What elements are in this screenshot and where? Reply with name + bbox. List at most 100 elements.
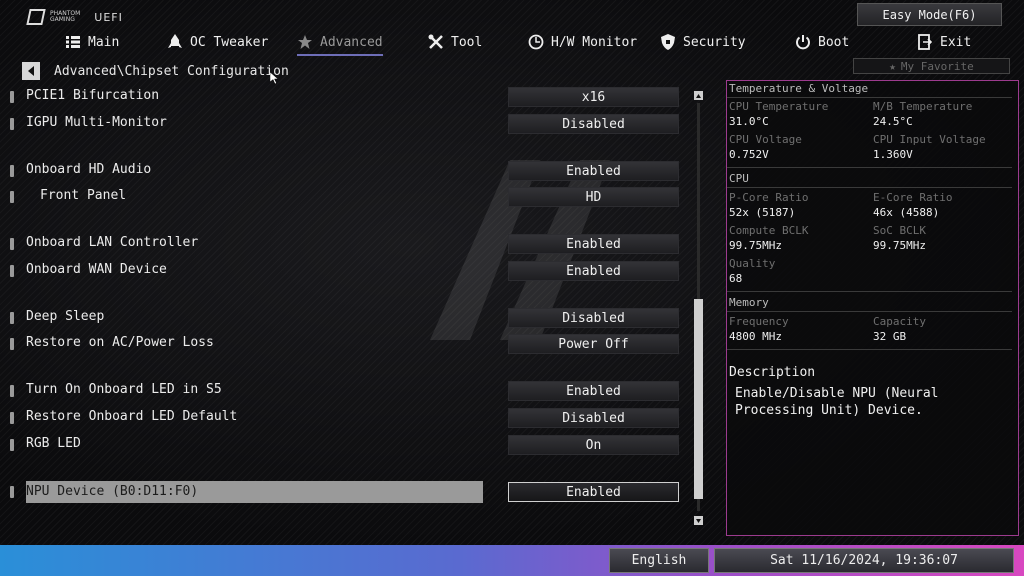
- row-bullet: [10, 165, 14, 177]
- tab-hw-monitor[interactable]: H/W Monitor: [528, 30, 637, 54]
- quality-label: Quality: [729, 257, 776, 270]
- divider: [727, 311, 1012, 312]
- description-text: Enable/Disable NPU (Neural Processing Un…: [735, 386, 939, 418]
- setting-row-selected[interactable]: NPU Device (B0:D11:F0) Enabled: [10, 481, 690, 503]
- pcore-ratio-value: 52x (5187): [729, 206, 796, 219]
- my-favorite-button[interactable]: ★ My Favorite: [853, 58, 1010, 74]
- setting-value[interactable]: Power Off: [508, 334, 679, 354]
- tools-icon: [428, 34, 444, 50]
- tab-tool[interactable]: Tool: [428, 30, 482, 54]
- setting-label: Onboard HD Audio: [26, 162, 152, 177]
- tab-security-label: Security: [683, 34, 746, 50]
- list-icon: [65, 34, 81, 50]
- setting-value[interactable]: Enabled: [508, 261, 679, 281]
- setting-row[interactable]: Turn On Onboard LED in S5 Enabled: [10, 381, 690, 401]
- info-panel: Temperature & Voltage CPU Temperature M/…: [726, 80, 1019, 536]
- quality-value: 68: [729, 272, 743, 285]
- row-bullet: [10, 238, 14, 250]
- setting-row[interactable]: Onboard HD Audio Enabled: [10, 161, 690, 181]
- setting-value[interactable]: Disabled: [508, 408, 679, 428]
- monitor-gauge-icon: [528, 34, 544, 50]
- setting-label: RGB LED: [26, 436, 81, 451]
- setting-value[interactable]: Enabled: [508, 482, 679, 502]
- asrock-logo: PHANTOM GAMING UEFI: [26, 9, 123, 25]
- row-bullet: [10, 486, 14, 498]
- cpu-voltage-value: 0.752V: [729, 148, 769, 161]
- setting-value[interactable]: Enabled: [508, 161, 679, 181]
- cpu-temp-value: 31.0°C: [729, 115, 769, 128]
- tab-tool-label: Tool: [451, 34, 483, 50]
- setting-row[interactable]: Deep Sleep Disabled: [10, 308, 690, 328]
- tab-advanced[interactable]: Advanced: [297, 30, 383, 56]
- frequency-value: 4800 MHz: [729, 330, 782, 343]
- mb-temp-label: M/B Temperature: [873, 100, 973, 113]
- power-icon: [795, 34, 811, 50]
- scroll-thumb[interactable]: [694, 299, 703, 499]
- row-bullet: [10, 312, 14, 324]
- compute-bclk-value: 99.75MHz: [729, 239, 782, 252]
- setting-row[interactable]: PCIE1 Bifurcation x16: [10, 87, 690, 107]
- breadcrumb-path: Advanced\Chipset Configuration: [54, 63, 289, 79]
- setting-row[interactable]: RGB LED On: [10, 435, 690, 455]
- scroll-down-button[interactable]: [694, 516, 703, 525]
- tab-advanced-label: Advanced: [320, 34, 383, 50]
- setting-label: Restore Onboard LED Default: [26, 409, 238, 424]
- my-favorite-label: My Favorite: [900, 59, 974, 73]
- star-icon: [297, 34, 313, 50]
- tab-oc-tweaker-label: OC Tweaker: [190, 34, 269, 50]
- setting-value[interactable]: Disabled: [508, 308, 679, 328]
- rocket-icon: [167, 34, 183, 50]
- tab-main[interactable]: Main: [65, 30, 119, 54]
- setting-label: PCIE1 Bifurcation: [26, 88, 160, 103]
- setting-value[interactable]: Enabled: [508, 381, 679, 401]
- arrow-down-icon: [696, 518, 701, 523]
- datetime-display[interactable]: Sat 11/16/2024, 19:36:07: [714, 548, 1014, 573]
- setting-row[interactable]: IGPU Multi-Monitor Disabled: [10, 114, 690, 134]
- setting-label: Front Panel: [40, 188, 127, 203]
- frequency-label: Frequency: [729, 315, 789, 328]
- row-bullet: [10, 191, 14, 203]
- capacity-value: 32 GB: [873, 330, 907, 343]
- setting-row[interactable]: Onboard WAN Device Enabled: [10, 261, 690, 281]
- setting-label: IGPU Multi-Monitor: [26, 115, 167, 130]
- tab-oc-tweaker[interactable]: OC Tweaker: [167, 30, 268, 54]
- brand-line2: GAMING: [50, 16, 75, 23]
- memory-section-title: Memory: [729, 296, 769, 309]
- language-button[interactable]: English: [609, 548, 709, 573]
- setting-row[interactable]: Front Panel HD: [10, 187, 690, 207]
- back-button[interactable]: [22, 62, 40, 80]
- tab-exit-label: Exit: [940, 34, 972, 50]
- tab-exit[interactable]: Exit: [917, 30, 971, 54]
- breadcrumb: Advanced\Chipset Configuration: [22, 62, 289, 80]
- setting-label: Deep Sleep: [26, 309, 105, 324]
- star-icon: ★: [889, 59, 896, 73]
- uefi-label: UEFI: [94, 10, 123, 24]
- setting-value[interactable]: x16: [508, 87, 679, 107]
- setting-value[interactable]: HD: [508, 187, 679, 207]
- row-bullet: [10, 439, 14, 451]
- setting-value[interactable]: On: [508, 435, 679, 455]
- cpu-temp-label: CPU Temperature: [729, 100, 829, 113]
- setting-row[interactable]: Restore on AC/Power Loss Power Off: [10, 334, 690, 354]
- row-bullet: [10, 265, 14, 277]
- cpu-voltage-label: CPU Voltage: [729, 133, 802, 146]
- tab-boot[interactable]: Boot: [795, 30, 849, 54]
- divider: [727, 187, 1012, 188]
- setting-label: Turn On Onboard LED in S5: [26, 382, 222, 397]
- setting-value[interactable]: Disabled: [508, 114, 679, 134]
- description-title: Description: [729, 365, 816, 380]
- soc-bclk-label: SoC BCLK: [873, 224, 926, 237]
- arrow-up-icon: [696, 93, 701, 98]
- exit-door-icon: [917, 34, 933, 50]
- setting-value[interactable]: Enabled: [508, 234, 679, 254]
- shield-icon: [660, 34, 676, 50]
- status-bar: English Sat 11/16/2024, 19:36:07: [0, 545, 1024, 576]
- tab-security[interactable]: Security: [660, 30, 746, 54]
- divider: [727, 291, 1012, 292]
- setting-row[interactable]: Restore Onboard LED Default Disabled: [10, 408, 690, 428]
- chevron-left-icon: [28, 66, 34, 76]
- easy-mode-button[interactable]: Easy Mode(F6): [857, 3, 1002, 26]
- scroll-up-button[interactable]: [694, 91, 703, 100]
- setting-row[interactable]: Onboard LAN Controller Enabled: [10, 234, 690, 254]
- settings-scrollbar[interactable]: [694, 89, 704, 525]
